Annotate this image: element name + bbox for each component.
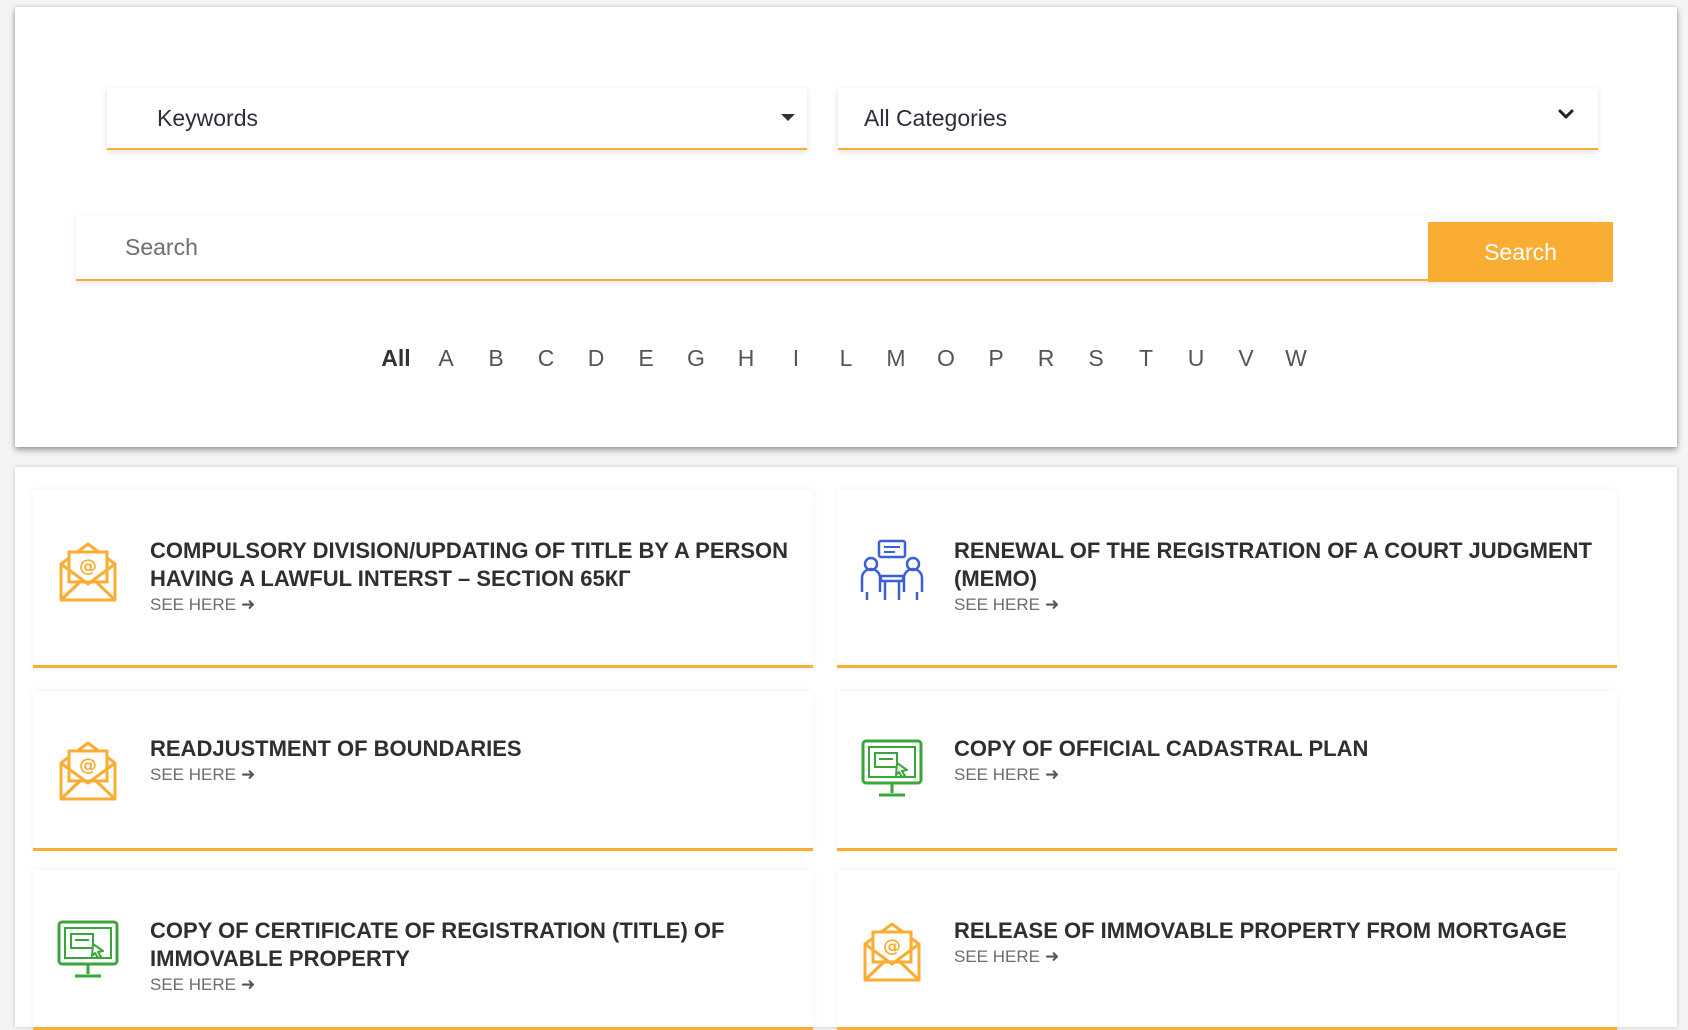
letter-filter-all[interactable]: All [371, 345, 421, 372]
svg-text:@: @ [79, 556, 97, 577]
result-title: COMPULSORY DIVISION/UPDATING OF TITLE BY… [150, 538, 789, 591]
arrow-right-icon: ➜ [1044, 765, 1060, 784]
keywords-dropdown[interactable]: Keywords [107, 88, 807, 150]
result-title: READJUSTMENT OF BOUNDARIES [150, 736, 522, 761]
letter-filter-o[interactable]: O [921, 345, 971, 372]
see-here-link[interactable]: SEE HERE ➜ [954, 595, 1059, 615]
result-title: COPY OF CERTIFICATE OF REGISTRATION (TIT… [150, 918, 725, 971]
arrow-right-icon: ➜ [240, 975, 256, 994]
computer-icon [859, 737, 925, 803]
see-here-link[interactable]: SEE HERE ➜ [954, 765, 1059, 785]
categories-dropdown-label: All Categories [864, 104, 1008, 131]
arrow-right-icon: ➜ [240, 595, 256, 614]
letter-filter-w[interactable]: W [1271, 345, 1321, 372]
categories-dropdown[interactable]: All Categories [838, 88, 1598, 150]
email-icon: @ [55, 737, 121, 803]
arrow-right-icon: ➜ [1044, 595, 1060, 614]
see-here-link[interactable]: SEE HERE ➜ [150, 595, 255, 615]
meeting-icon [859, 538, 925, 604]
see-here-label: SEE HERE [150, 765, 236, 784]
letter-filter-c[interactable]: C [521, 345, 571, 372]
filter-panel: Keywords All Categories Search AllABCDEG… [15, 7, 1677, 447]
see-here-label: SEE HERE [954, 947, 1040, 966]
letter-filter-h[interactable]: H [721, 345, 771, 372]
email-icon: @ [55, 538, 121, 604]
letter-filter-u[interactable]: U [1171, 345, 1221, 372]
see-here-link[interactable]: SEE HERE ➜ [954, 947, 1059, 967]
letter-filter-r[interactable]: R [1021, 345, 1071, 372]
letter-filter-v[interactable]: V [1221, 345, 1271, 372]
see-here-label: SEE HERE [954, 765, 1040, 784]
result-card[interactable]: COPY OF OFFICIAL CADASTRAL PLAN SEE HERE ➜ [837, 691, 1617, 851]
alphabet-filter: All A B C D E G H I L M O P R S T U V W [15, 345, 1677, 372]
result-card[interactable]: @ READJUSTMENT OF BOUNDARIES SEE HERE ➜ [33, 691, 813, 851]
letter-filter-p[interactable]: P [971, 345, 1021, 372]
results-panel: @ COMPULSORY DIVISION/UPDATING OF TITLE … [15, 467, 1677, 1030]
keywords-dropdown-label: Keywords [157, 104, 258, 131]
chevron-down-icon [1558, 109, 1574, 119]
computer-icon [55, 918, 121, 984]
result-card[interactable]: @ RELEASE OF IMMOVABLE PROPERTY FROM MOR… [837, 870, 1617, 1030]
letter-filter-g[interactable]: G [671, 345, 721, 372]
caret-down-icon [781, 114, 795, 121]
letter-filter-s[interactable]: S [1071, 345, 1121, 372]
letter-filter-t[interactable]: T [1121, 345, 1171, 372]
search-button[interactable]: Search [1428, 222, 1613, 282]
result-title: RELEASE OF IMMOVABLE PROPERTY FROM MORTG… [954, 918, 1567, 943]
arrow-right-icon: ➜ [240, 765, 256, 784]
see-here-label: SEE HERE [150, 975, 236, 994]
see-here-label: SEE HERE [150, 595, 236, 614]
search-input[interactable] [76, 215, 1412, 279]
see-here-label: SEE HERE [954, 595, 1040, 614]
letter-filter-b[interactable]: B [471, 345, 521, 372]
letter-filter-e[interactable]: E [621, 345, 671, 372]
result-card[interactable]: RENEWAL OF THE REGISTRATION OF A COURT J… [837, 490, 1617, 668]
arrow-right-icon: ➜ [1044, 947, 1060, 966]
result-title: COPY OF OFFICIAL CADASTRAL PLAN [954, 736, 1369, 761]
letter-filter-d[interactable]: D [571, 345, 621, 372]
search-bar: Search [76, 215, 1613, 282]
result-card[interactable]: COPY OF CERTIFICATE OF REGISTRATION (TIT… [33, 870, 813, 1030]
letter-filter-i[interactable]: I [771, 345, 821, 372]
see-here-link[interactable]: SEE HERE ➜ [150, 975, 255, 995]
letter-filter-m[interactable]: M [871, 345, 921, 372]
result-title: RENEWAL OF THE REGISTRATION OF A COURT J… [954, 538, 1592, 591]
svg-text:@: @ [883, 936, 901, 957]
svg-text:@: @ [79, 755, 97, 776]
letter-filter-a[interactable]: A [421, 345, 471, 372]
letter-filter-l[interactable]: L [821, 345, 871, 372]
email-icon: @ [859, 918, 925, 984]
see-here-link[interactable]: SEE HERE ➜ [150, 765, 255, 785]
result-card[interactable]: @ COMPULSORY DIVISION/UPDATING OF TITLE … [33, 490, 813, 668]
